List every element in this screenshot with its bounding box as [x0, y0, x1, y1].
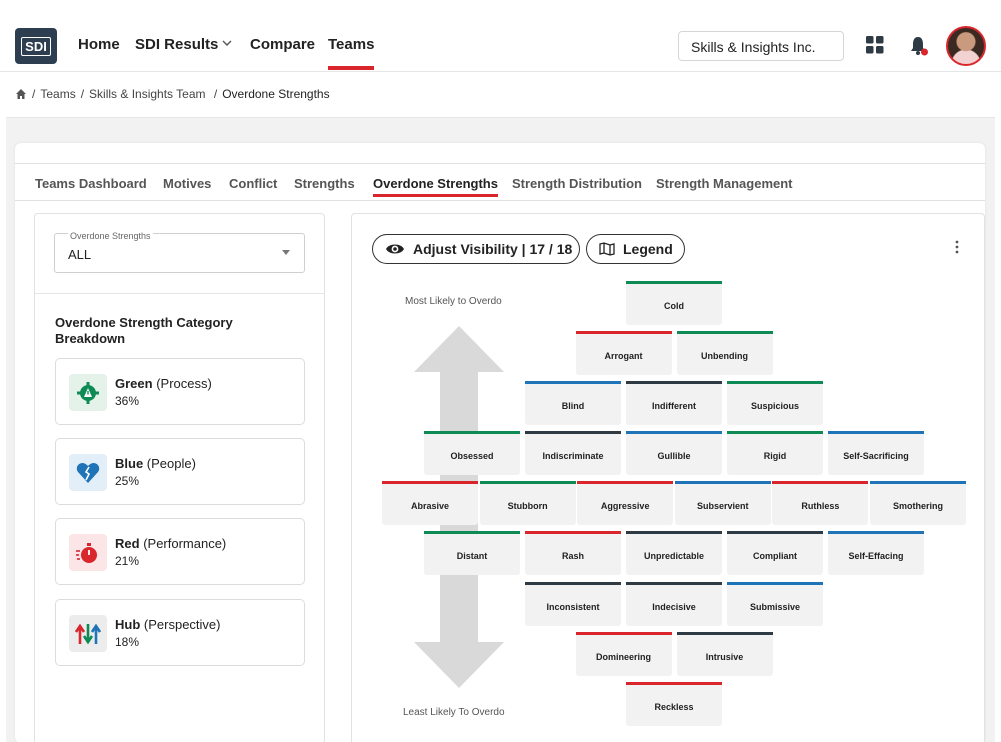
strength-cell-rigid[interactable]: Rigid [727, 431, 823, 475]
category-card-blue[interactable]: Blue (People) 25% [55, 438, 305, 505]
category-sub: (People) [146, 456, 196, 471]
tab-conflict[interactable]: Conflict [229, 176, 277, 191]
select-value: ALL [68, 247, 92, 262]
logo-text: SDI [21, 36, 51, 56]
adjust-visibility-button[interactable]: Adjust Visibility | 17 / 18 [372, 234, 580, 264]
strength-cell-gullible[interactable]: Gullible [626, 431, 722, 475]
strength-cell-rash[interactable]: Rash [525, 531, 621, 575]
strength-cell-cold[interactable]: Cold [626, 281, 722, 325]
stopwatch-icon [69, 534, 107, 571]
category-pct: 25% [115, 474, 140, 488]
apps-grid-icon[interactable] [866, 36, 884, 54]
tab-motives[interactable]: Motives [163, 176, 211, 191]
sdi-logo[interactable]: SDI [15, 28, 57, 64]
arrows-icon [69, 615, 107, 652]
user-avatar[interactable] [946, 26, 986, 66]
category-name: Red [115, 536, 140, 551]
strength-cell-unpredictable[interactable]: Unpredictable [626, 531, 722, 575]
strength-cell-suspicious[interactable]: Suspicious [727, 381, 823, 425]
company-selector[interactable]: Skills & Insights Inc. [678, 31, 844, 61]
home-icon[interactable] [15, 88, 27, 100]
category-sub: (Perspective) [143, 617, 221, 632]
strength-cell-distant[interactable]: Distant [424, 531, 520, 575]
nav-home[interactable]: Home [78, 36, 120, 53]
strength-cell-self-sacrificing[interactable]: Self-Sacrificing [828, 431, 924, 475]
category-card-hub[interactable]: Hub (Perspective) 18% [55, 599, 305, 666]
strength-cell-inconsistent[interactable]: Inconsistent [525, 582, 621, 626]
more-options-icon[interactable] [955, 240, 959, 254]
legend-button[interactable]: Legend [586, 234, 685, 264]
notification-bell-icon[interactable] [909, 35, 929, 57]
tab-strengths[interactable]: Strengths [294, 176, 355, 191]
dropdown-arrow-icon[interactable] [282, 250, 290, 255]
category-pct: 18% [115, 635, 140, 649]
breadcrumb-teams[interactable]: Teams [40, 87, 75, 101]
eye-icon [386, 244, 404, 254]
breadcrumb: / Teams / Skills & Insights Team / Overd… [15, 87, 330, 101]
strength-cell-domineering[interactable]: Domineering [575, 632, 672, 676]
breadcrumb-current: Overdone Strengths [222, 87, 330, 101]
legend-label: Legend [623, 241, 673, 257]
nav-teams[interactable]: Teams [328, 36, 375, 70]
strength-cell-self-effacing[interactable]: Self-Effacing [828, 531, 924, 575]
adjust-visibility-label: Adjust Visibility | 17 / 18 [413, 241, 573, 257]
tab-strength-distribution[interactable]: Strength Distribution [512, 176, 642, 191]
category-name: Blue [115, 456, 144, 471]
nav-compare[interactable]: Compare [250, 36, 315, 53]
category-sub: (Performance) [143, 536, 227, 551]
strength-cell-reckless[interactable]: Reckless [626, 682, 722, 726]
chevron-down-icon[interactable] [222, 38, 232, 48]
category-pct: 21% [115, 554, 140, 568]
strength-cell-intrusive[interactable]: Intrusive [676, 632, 773, 676]
strength-cell-blind[interactable]: Blind [525, 381, 621, 425]
gear-icon [69, 374, 107, 411]
strength-cell-compliant[interactable]: Compliant [727, 531, 823, 575]
nav-sdi-results[interactable]: SDI Results [135, 36, 218, 53]
axis-label-top: Most Likely to Overdo [405, 296, 502, 307]
strength-cell-unbending[interactable]: Unbending [676, 331, 773, 375]
strength-cell-smothering[interactable]: Smothering [870, 481, 966, 525]
strength-cell-obsessed[interactable]: Obsessed [424, 431, 520, 475]
map-icon [599, 242, 615, 256]
strength-cell-indifferent[interactable]: Indifferent [626, 381, 722, 425]
category-name: Green [115, 376, 153, 391]
strength-cell-abrasive[interactable]: Abrasive [382, 481, 478, 525]
strength-cell-subservient[interactable]: Subservient [674, 481, 771, 525]
tab-overdone-strengths[interactable]: Overdone Strengths [373, 176, 498, 197]
category-name: Hub [115, 617, 141, 632]
strength-cell-submissive[interactable]: Submissive [727, 582, 823, 626]
category-pct: 36% [115, 394, 140, 408]
axis-label-bottom: Least Likely To Overdo [403, 707, 505, 718]
broken-heart-icon [69, 454, 107, 491]
strength-cell-aggressive[interactable]: Aggressive [577, 481, 674, 525]
tab-strength-management[interactable]: Strength Management [656, 176, 793, 191]
strength-cell-indecisive[interactable]: Indecisive [626, 582, 722, 626]
breakdown-title: Overdone Strength Category Breakdown [55, 315, 233, 346]
category-card-red[interactable]: Red (Performance) 21% [55, 518, 305, 585]
category-card-green[interactable]: Green (Process) 36% [55, 358, 305, 425]
strength-cell-ruthless[interactable]: Ruthless [772, 481, 869, 525]
strength-cell-stubborn[interactable]: Stubborn [479, 481, 576, 525]
category-sub: (Process) [156, 376, 212, 391]
strength-cell-arrogant[interactable]: Arrogant [575, 331, 672, 375]
breadcrumb-team[interactable]: Skills & Insights Team [89, 87, 206, 101]
tab-teams-dashboard[interactable]: Teams Dashboard [35, 176, 147, 191]
strength-cell-indiscriminate[interactable]: Indiscriminate [525, 431, 621, 475]
select-label: Overdone Strengths [68, 231, 153, 241]
